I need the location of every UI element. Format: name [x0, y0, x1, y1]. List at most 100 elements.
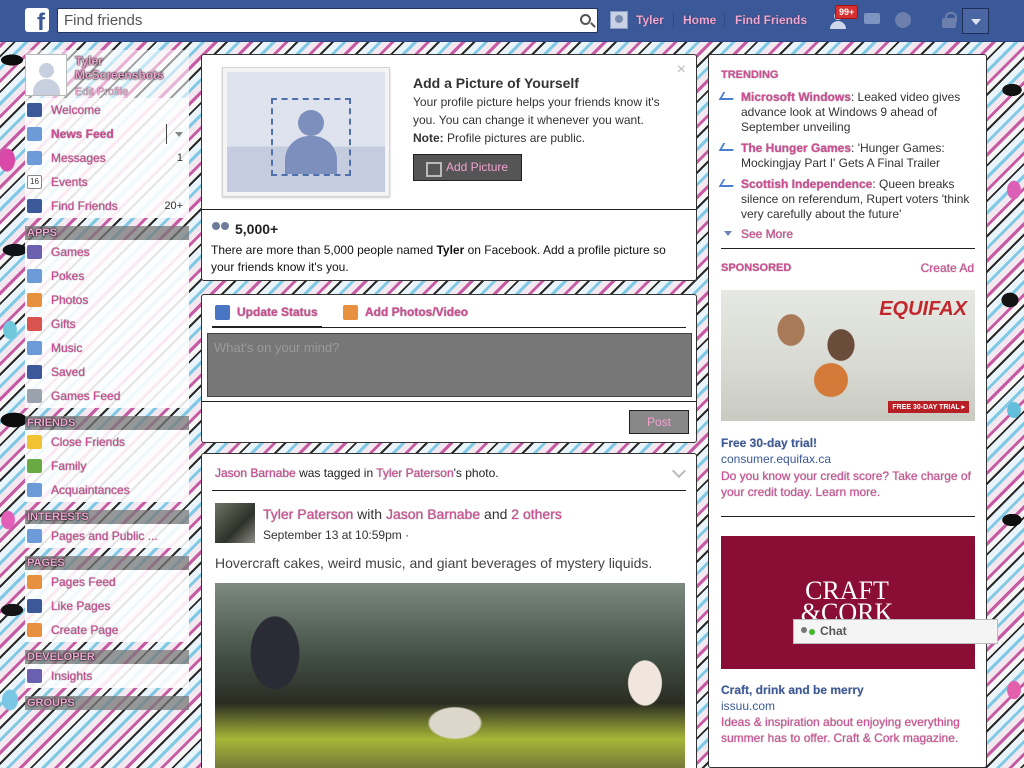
close-icon[interactable]: × [677, 61, 686, 79]
avatar[interactable] [610, 11, 628, 29]
sponsored-heading: SPONSORED [721, 262, 792, 274]
ad-title[interactable]: Craft, drink and be merry [721, 683, 864, 697]
pencil-icon [215, 305, 230, 320]
profile-picture-placeholder[interactable] [222, 67, 390, 197]
sidebar-item-find-friends[interactable]: Find Friends 20+ [25, 194, 189, 218]
tab-add-photos[interactable]: Add Photos/Video [343, 305, 468, 320]
ad-body[interactable]: Ideas & inspiration about enjoying every… [721, 714, 975, 746]
profile-picture-prompt: Add a Picture of Yourself Your profile p… [201, 54, 697, 281]
sidebar-item-insights[interactable]: Insights [25, 664, 189, 688]
sidebar-item-events[interactable]: 16 Events [25, 170, 189, 194]
status-input-box[interactable] [207, 333, 692, 397]
trending-arrow-icon [718, 143, 738, 151]
sidebar-item-pokes[interactable]: Pokes [25, 264, 189, 288]
messages-icon[interactable] [862, 11, 882, 29]
tagged-friend-link[interactable]: Jason Barnabe [386, 506, 480, 522]
tab-update-status[interactable]: Update Status [215, 305, 318, 320]
sidebar-item-create-page[interactable]: Create Page [25, 618, 189, 642]
sidebar-item-photos[interactable]: Photos [25, 288, 189, 312]
sidebar-item-news-feed[interactable]: News Feed [25, 122, 189, 146]
author-avatar[interactable] [215, 503, 255, 543]
create-ad-link[interactable]: Create Ad [921, 261, 974, 275]
groups-heading[interactable]: GROUPS [25, 696, 189, 710]
craft-cork-ad-image[interactable]: CRAFT &CORK [721, 536, 975, 669]
sidebar-item-pages-feed[interactable]: Pages Feed [25, 570, 189, 594]
facebook-logo[interactable]: f [25, 8, 49, 32]
home-link[interactable]: Home [683, 13, 716, 27]
sidebar-item-family[interactable]: Family [25, 454, 189, 478]
trend-item[interactable]: The Hunger Games: 'Hunger Games: Mocking… [718, 141, 976, 171]
sidebar-item-label: Acquaintances [51, 483, 130, 497]
sidebar-item-label: Create Page [51, 623, 119, 637]
post-timestamp[interactable]: September 13 at 10:59pm · [263, 528, 409, 542]
equifax-ad-image[interactable]: EQUIFAX FREE 30-DAY TRIAL ▸ [721, 290, 975, 421]
post-button[interactable]: Post [629, 410, 689, 434]
trend-topic[interactable]: The Hunger Games [741, 141, 851, 155]
trend-topic[interactable]: Scottish Independence [741, 177, 872, 191]
profile-name[interactable]: Tyler McScreenshots [75, 54, 190, 82]
ad-url[interactable]: issuu.com [721, 699, 775, 713]
edit-profile-link[interactable]: Edit Profile [75, 86, 128, 98]
sidebar-item-close-friends[interactable]: Close Friends [25, 430, 189, 454]
apps-heading[interactable]: APPS [25, 226, 189, 240]
trend-item[interactable]: Microsoft Windows: Leaked video gives ad… [718, 90, 976, 135]
notifications-globe-icon[interactable] [893, 11, 913, 29]
trend-topic[interactable]: Microsoft Windows [741, 90, 851, 104]
chevron-down-icon[interactable] [671, 463, 687, 479]
poke-icon [27, 269, 42, 283]
chat-bar[interactable]: Chat [793, 619, 998, 644]
tagged-person-link[interactable]: Jason Barnabe [215, 466, 296, 480]
sidebar-item-acquaintances[interactable]: Acquaintances [25, 478, 189, 502]
trend-item[interactable]: Scottish Independence: Queen breaks sile… [718, 177, 976, 222]
ad-url[interactable]: consumer.equifax.ca [721, 452, 831, 466]
divider [202, 401, 696, 402]
sidebar-item-pages-public[interactable]: Pages and Public ... [25, 524, 189, 548]
status-input[interactable] [208, 334, 691, 396]
others-link[interactable]: 2 others [511, 506, 562, 522]
count-badge: 20+ [164, 200, 183, 212]
plus-icon [27, 623, 42, 637]
pages-heading[interactable]: PAGES [25, 556, 189, 570]
privacy-lock-icon[interactable] [939, 11, 959, 29]
search-input[interactable] [58, 9, 568, 32]
megaphone-icon [27, 575, 42, 589]
trending-arrow-icon [718, 92, 738, 100]
search-bar[interactable] [57, 8, 598, 33]
chevron-down-icon[interactable] [175, 132, 183, 141]
sidebar-item-saved[interactable]: Saved [25, 360, 189, 384]
author-link[interactable]: Tyler Paterson [263, 506, 353, 522]
sidebar-item-like-pages[interactable]: Like Pages [25, 594, 189, 618]
people-count: 5,000+ [235, 221, 279, 237]
friends-heading[interactable]: FRIENDS [25, 416, 189, 430]
sidebar-item-messages[interactable]: Messages 1 [25, 146, 189, 170]
right-sidebar: TRENDING Microsoft Windows: Leaked video… [708, 54, 987, 768]
profile-link[interactable]: Tyler [636, 13, 664, 27]
search-icon[interactable] [580, 14, 591, 25]
developer-heading[interactable]: DEVELOPER [25, 650, 189, 664]
trending-arrow-icon [718, 179, 738, 187]
bookmark-icon [27, 365, 42, 379]
find-friends-link[interactable]: Find Friends [735, 13, 807, 27]
ad-body[interactable]: Do you know your credit score? Take char… [721, 468, 975, 500]
profile-picture[interactable] [25, 54, 67, 96]
divider [721, 516, 975, 517]
sidebar-item-music[interactable]: Music [25, 336, 189, 360]
see-more-link[interactable]: See More [721, 227, 793, 241]
news-feed-icon [27, 127, 42, 141]
nav-friends: Close Friends Family Acquaintances [25, 430, 189, 502]
account-menu-button[interactable] [962, 8, 989, 34]
interests-heading[interactable]: INTERESTS [25, 510, 189, 524]
post-photo[interactable] [215, 583, 685, 768]
active-tab-indicator [212, 326, 322, 328]
gamepad-icon [27, 389, 42, 403]
games-icon [27, 245, 42, 259]
add-picture-button[interactable]: Add Picture [413, 154, 522, 181]
ad-title[interactable]: Free 30-day trial! [721, 436, 817, 450]
author-line: Tyler Paterson with Jason Barnabe and 2 … [263, 506, 562, 522]
sidebar-item-gifts[interactable]: Gifts [25, 312, 189, 336]
sidebar-item-welcome[interactable]: Welcome [25, 98, 189, 122]
photo-owner-link[interactable]: Tyler Paterson [376, 466, 453, 480]
note-text: Profile pictures are public. [443, 131, 586, 145]
sidebar-item-games-feed[interactable]: Games Feed [25, 384, 189, 408]
sidebar-item-games[interactable]: Games [25, 240, 189, 264]
